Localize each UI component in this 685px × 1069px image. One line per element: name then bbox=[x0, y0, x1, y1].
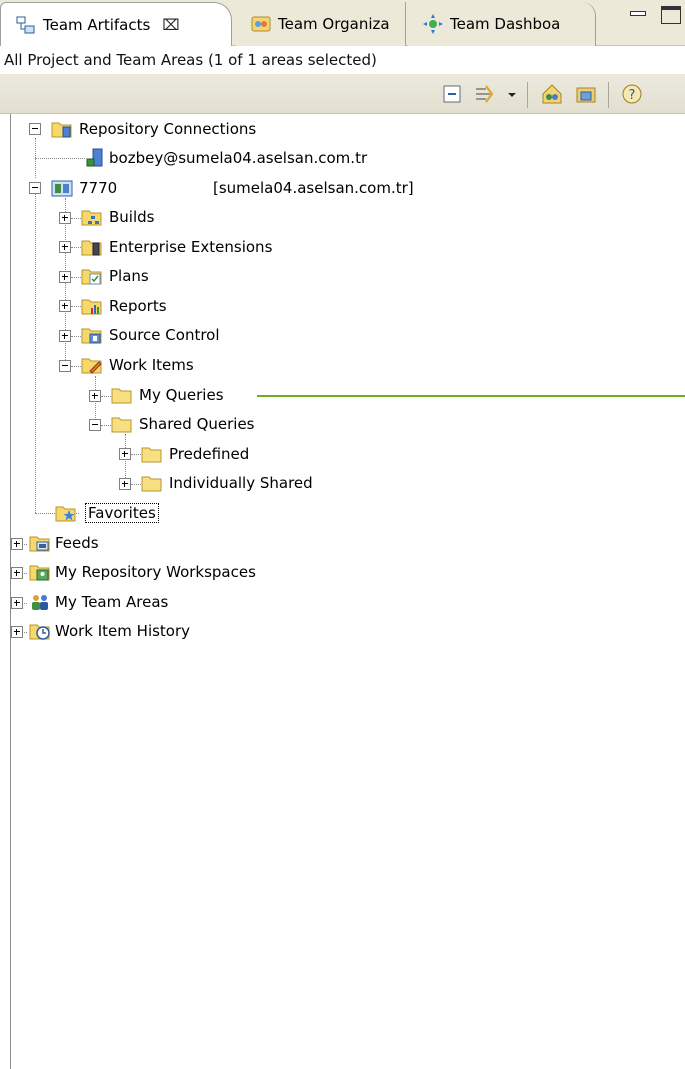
expand-toggle[interactable] bbox=[59, 212, 71, 224]
my-repository-workspaces-label[interactable]: My Repository Workspaces bbox=[55, 563, 256, 581]
work-item-history-icon bbox=[29, 624, 50, 640]
builds-icon bbox=[81, 210, 102, 226]
project-name-label[interactable]: 7770 bbox=[79, 179, 117, 197]
collapse-toggle[interactable] bbox=[89, 419, 101, 431]
window-controls bbox=[629, 6, 681, 24]
minimize-icon[interactable] bbox=[629, 6, 647, 20]
team-artifacts-icon bbox=[16, 16, 35, 33]
expand-toggle[interactable] bbox=[11, 567, 23, 579]
repository-connections-label[interactable]: Repository Connections bbox=[79, 120, 256, 138]
view-toolbar: ? bbox=[0, 74, 685, 114]
expand-toggle[interactable] bbox=[89, 390, 101, 402]
team-organization-icon bbox=[251, 16, 271, 32]
team-areas-icon bbox=[32, 595, 48, 610]
expand-toggle[interactable] bbox=[11, 597, 23, 609]
shared-queries-label[interactable]: Shared Queries bbox=[139, 415, 255, 433]
tab-label: Team Organiza bbox=[278, 15, 390, 33]
connection-icon bbox=[86, 148, 103, 167]
project-area-icon[interactable] bbox=[574, 82, 598, 106]
tab-team-artifacts[interactable]: Team Artifacts ⌧ bbox=[0, 2, 232, 46]
help-icon[interactable]: ? bbox=[620, 82, 644, 106]
tab-team-dashboard[interactable]: Team Dashboa bbox=[408, 2, 596, 46]
collapse-toggle[interactable] bbox=[29, 182, 41, 194]
reports-icon bbox=[81, 299, 102, 315]
repository-connections-icon bbox=[51, 122, 72, 138]
project-area-icon bbox=[51, 180, 73, 197]
individually-shared-label[interactable]: Individually Shared bbox=[169, 474, 313, 492]
repository-workspaces-icon bbox=[29, 565, 50, 581]
close-icon[interactable]: ⌧ bbox=[162, 16, 179, 34]
my-team-areas-label[interactable]: My Team Areas bbox=[55, 593, 168, 611]
expand-toggle[interactable] bbox=[11, 538, 23, 550]
svg-text:?: ? bbox=[629, 88, 636, 103]
collapse-toggle[interactable] bbox=[59, 360, 71, 372]
team-dashboard-icon bbox=[423, 14, 443, 34]
plans-label[interactable]: Plans bbox=[109, 267, 149, 285]
enterprise-extensions-icon bbox=[81, 240, 102, 256]
source-control-label[interactable]: Source Control bbox=[109, 326, 220, 344]
my-queries-label[interactable]: My Queries bbox=[139, 386, 224, 404]
tab-label: Team Artifacts bbox=[43, 15, 151, 34]
link-filter-icon[interactable] bbox=[472, 82, 496, 106]
expand-toggle[interactable] bbox=[119, 448, 131, 460]
tab-label: Team Dashboa bbox=[450, 15, 561, 33]
maximize-icon[interactable] bbox=[661, 6, 681, 24]
reports-label[interactable]: Reports bbox=[109, 297, 167, 315]
collapse-toggle[interactable] bbox=[29, 123, 41, 135]
source-control-icon bbox=[81, 328, 102, 344]
folder-icon bbox=[111, 417, 132, 433]
plans-icon bbox=[81, 269, 102, 285]
favorites-icon bbox=[55, 506, 76, 522]
expand-toggle[interactable] bbox=[59, 330, 71, 342]
builds-label[interactable]: Builds bbox=[109, 208, 154, 226]
feeds-icon bbox=[29, 536, 50, 552]
favorites-label[interactable]: Favorites bbox=[85, 503, 159, 523]
predefined-label[interactable]: Predefined bbox=[169, 445, 249, 463]
folder-icon bbox=[141, 476, 162, 492]
expand-toggle[interactable] bbox=[59, 300, 71, 312]
view-tab-bar: Team Artifacts ⌧ Team Organiza Team Dash… bbox=[0, 0, 685, 46]
enterprise-extensions-label[interactable]: Enterprise Extensions bbox=[109, 238, 272, 256]
folder-icon bbox=[141, 447, 162, 463]
connection-user-label[interactable]: bozbey@sumela04.aselsan.com.tr bbox=[109, 149, 367, 167]
toolbar-separator bbox=[527, 82, 528, 108]
expand-toggle[interactable] bbox=[59, 241, 71, 253]
folder-icon bbox=[111, 388, 132, 404]
toolbar-separator bbox=[608, 82, 609, 108]
expand-toggle[interactable] bbox=[11, 626, 23, 638]
team-area-icon[interactable] bbox=[540, 82, 564, 106]
work-item-history-label[interactable]: Work Item History bbox=[55, 622, 190, 640]
expand-toggle[interactable] bbox=[59, 271, 71, 283]
project-server-label: [sumela04.aselsan.com.tr] bbox=[213, 179, 414, 197]
team-artifacts-view: Team Artifacts ⌧ Team Organiza Team Dash… bbox=[0, 0, 685, 1069]
work-items-icon bbox=[81, 358, 102, 374]
view-menu-dropdown-icon[interactable] bbox=[504, 82, 520, 106]
tab-team-organization[interactable]: Team Organiza bbox=[236, 2, 406, 46]
area-filter-text: All Project and Team Areas (1 of 1 areas… bbox=[0, 46, 685, 74]
expand-toggle[interactable] bbox=[119, 478, 131, 490]
feeds-label[interactable]: Feeds bbox=[55, 534, 99, 552]
collapse-all-icon[interactable] bbox=[440, 82, 464, 106]
annotation-line bbox=[257, 395, 685, 397]
artifacts-tree: Repository Connections bozbey@sumela04.a… bbox=[10, 114, 685, 1069]
work-items-label[interactable]: Work Items bbox=[109, 356, 194, 374]
